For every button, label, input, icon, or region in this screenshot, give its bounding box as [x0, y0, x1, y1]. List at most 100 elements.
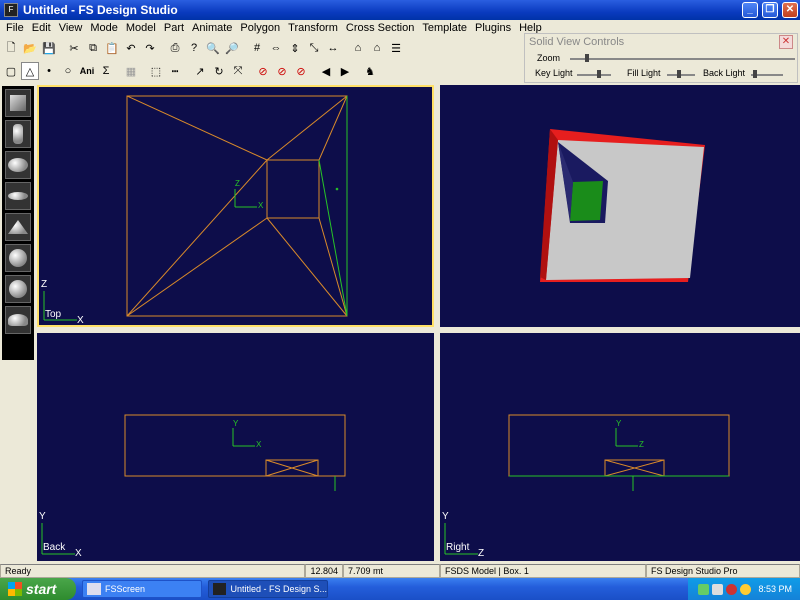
undo-icon[interactable]: ↶ — [122, 39, 140, 57]
right-viewport[interactable]: Y Z Y Right Z — [440, 333, 800, 561]
key-light-slider[interactable] — [577, 74, 611, 76]
house-icon[interactable]: ⌂ — [368, 39, 386, 57]
sliders-icon[interactable]: ☰ — [387, 39, 405, 57]
panel-title: Solid View Controls — [529, 36, 625, 48]
back-light-thumb[interactable] — [753, 70, 757, 78]
close-button[interactable]: ✕ — [782, 2, 798, 18]
scale-z-icon[interactable]: ⤡ — [305, 39, 323, 57]
arrow-curve-icon[interactable]: ↗ — [191, 62, 209, 80]
grid-icon[interactable]: # — [248, 39, 266, 57]
circle-mode-icon[interactable]: ○ — [59, 62, 77, 80]
zoom-out-icon[interactable]: 🔎 — [223, 39, 241, 57]
no-2-icon[interactable]: ⊘ — [273, 62, 291, 80]
main-toolbar: 🗋 📂 💾 ✂ ⧉ 📋 ↶ ↷ ⎙ ? 🔍 🔎 # ⇔ ⇕ ⤡ ↔ ⌂ ⌂ ☰ — [2, 37, 406, 59]
print-icon[interactable]: ⎙ — [166, 39, 184, 57]
fill-light-slider[interactable] — [667, 74, 695, 76]
menu-transform[interactable]: Transform — [284, 22, 342, 34]
help-icon[interactable]: ? — [185, 39, 203, 57]
fs-app-icon: F — [4, 3, 18, 17]
top-wireframe — [43, 95, 348, 321]
minimize-button[interactable]: _ — [742, 2, 758, 18]
select-box-icon[interactable]: ▢ — [2, 62, 20, 80]
zoom-slider-thumb[interactable] — [585, 54, 589, 62]
expand-icon[interactable]: ⤧ — [229, 62, 247, 80]
disc-shape-button[interactable] — [5, 182, 31, 210]
start-label: start — [26, 581, 57, 597]
next-icon[interactable]: ▶ — [336, 62, 354, 80]
menu-polygon[interactable]: Polygon — [236, 22, 284, 34]
no-3-icon[interactable]: ⊘ — [292, 62, 310, 80]
sphere-shape-button[interactable] — [5, 151, 31, 179]
menu-plugins[interactable]: Plugins — [471, 22, 515, 34]
origin-axis-v: Z — [235, 179, 240, 188]
menu-view[interactable]: View — [55, 22, 87, 34]
task-label: FSScreen — [105, 584, 146, 594]
volume-icon[interactable] — [712, 583, 724, 595]
zoom-slider[interactable] — [570, 58, 795, 60]
menu-part[interactable]: Part — [160, 22, 188, 34]
point-mode-icon[interactable]: • — [40, 62, 58, 80]
status-coord-y: 7.709 mt — [343, 564, 440, 578]
origin-axis-h: Z — [639, 440, 644, 449]
menu-template[interactable]: Template — [418, 22, 471, 34]
cone-shape-button[interactable] — [5, 213, 31, 241]
cube-shape-button[interactable] — [5, 89, 31, 117]
scale-y-icon[interactable]: ⇕ — [286, 39, 304, 57]
maximize-button[interactable]: ❐ — [762, 2, 778, 18]
redo-icon[interactable]: ↷ — [141, 39, 159, 57]
icosphere-shape-button[interactable] — [5, 275, 31, 303]
top-viewport[interactable]: Z X Z Top X — [37, 85, 434, 327]
origin-axis-v: Y — [616, 419, 622, 428]
solid-view-controls-panel: Solid View Controls ✕ Zoom Key Light Fil… — [524, 33, 798, 83]
panel-close-icon[interactable]: ✕ — [779, 35, 793, 49]
origin-axis-h: X — [256, 440, 262, 449]
axis-label-vertical: Y — [39, 511, 46, 522]
geosphere-shape-button[interactable] — [5, 244, 31, 272]
menu-file[interactable]: File — [2, 22, 28, 34]
previous-icon[interactable]: ◀ — [317, 62, 335, 80]
security-icon[interactable] — [726, 583, 738, 595]
marquee-icon[interactable]: ⬚ — [147, 62, 165, 80]
back-light-label: Back Light — [703, 68, 746, 78]
animate-button[interactable]: Ani — [78, 62, 96, 80]
menu-mode[interactable]: Mode — [86, 22, 122, 34]
dome-shape-button[interactable] — [5, 306, 31, 334]
sum-button[interactable]: Σ — [97, 62, 115, 80]
cut-icon[interactable]: ✂ — [65, 39, 83, 57]
paste-icon[interactable]: 📋 — [103, 39, 121, 57]
camera-icon[interactable]: ⌂ — [349, 39, 367, 57]
save-icon[interactable]: 💾 — [40, 39, 58, 57]
scale-x-icon[interactable]: ⇔ — [267, 39, 285, 57]
triangle-mode-icon[interactable]: △ — [21, 62, 39, 80]
start-button[interactable]: start — [0, 578, 76, 600]
clock[interactable]: 8:53 PM — [758, 584, 792, 594]
viewport-label-top: Top — [45, 309, 62, 320]
scale-all-icon[interactable]: ↔ — [324, 39, 342, 57]
task-fs-design-studio[interactable]: Untitled - FS Design S... — [208, 580, 328, 598]
menu-animate[interactable]: Animate — [188, 22, 236, 34]
zoom-in-icon[interactable]: 🔍 — [204, 39, 222, 57]
perspective-viewport[interactable] — [440, 85, 800, 327]
network-icon[interactable] — [698, 583, 710, 595]
menu-edit[interactable]: Edit — [28, 22, 55, 34]
rotate-icon[interactable]: ↻ — [210, 62, 228, 80]
menu-cross-section[interactable]: Cross Section — [342, 22, 418, 34]
window-title: Untitled - FS Design Studio — [23, 3, 178, 17]
open-folder-icon[interactable]: 📂 — [21, 39, 39, 57]
key-light-thumb[interactable] — [597, 70, 601, 78]
windows-flag-icon — [8, 582, 22, 596]
line-dash-icon[interactable]: ┅ — [166, 62, 184, 80]
no-1-icon[interactable]: ⊘ — [254, 62, 272, 80]
back-viewport[interactable]: Y X Y Back X — [37, 333, 434, 561]
status-coord-x: 12.804 — [305, 564, 343, 578]
figure-icon[interactable]: ♞ — [361, 62, 379, 80]
new-file-icon[interactable]: 🗋 — [2, 39, 20, 57]
cylinder-shape-button[interactable] — [5, 120, 31, 148]
fill-light-thumb[interactable] — [677, 70, 681, 78]
fs-app-icon — [213, 583, 227, 595]
menu-model[interactable]: Model — [122, 22, 160, 34]
copy-icon[interactable]: ⧉ — [84, 39, 102, 57]
task-fsscreen[interactable]: FSScreen — [82, 580, 202, 598]
texture-icon[interactable]: ▦ — [122, 62, 140, 80]
messenger-icon[interactable] — [740, 583, 752, 595]
